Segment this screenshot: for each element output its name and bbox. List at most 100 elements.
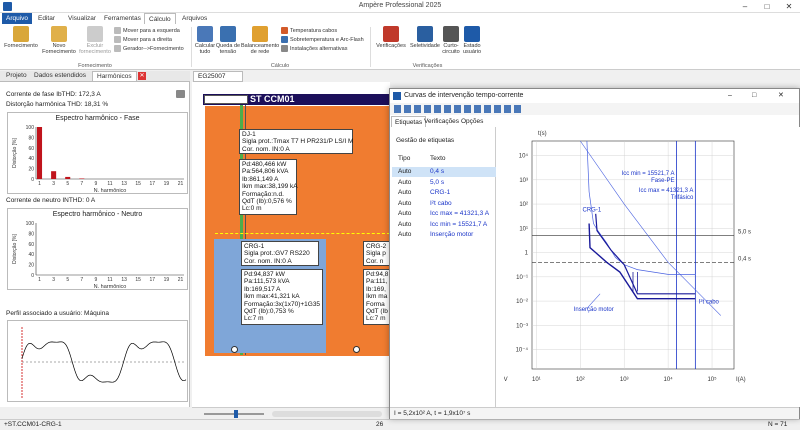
scrollbar[interactable] [272, 411, 382, 417]
crg2-ikm: Ikm ma [366, 293, 388, 301]
bus-icons [204, 95, 248, 104]
tab-calculo[interactable]: Cálculo [144, 13, 176, 24]
title-bar: Ampère Professional 2025 – □ ✕ [0, 0, 800, 13]
instalacoes-alternativas-button[interactable]: Instalações alternativas [281, 45, 364, 54]
crg2-info[interactable]: CRG-2 Sigla p Cor. n [363, 241, 390, 266]
close-icon[interactable]: ✕ [778, 89, 784, 103]
i2t-label: I²t cabo [699, 300, 720, 306]
close-icon[interactable]: ✕ [778, 0, 800, 13]
row-texto: CRG-1 [430, 189, 451, 196]
seletividade-button[interactable]: Seletividade [408, 26, 442, 49]
toolbar-icons[interactable] [394, 105, 524, 113]
dj1-pd: Pd:480,466 kW [242, 161, 287, 168]
list-item[interactable]: Auto 0,4 s [392, 167, 496, 177]
feeder-line [215, 233, 390, 234]
dialog-icon [393, 92, 401, 100]
tab-projeto[interactable]: Projeto [2, 71, 31, 81]
crg1-info[interactable]: CRG-1 Sigla prot.:GV7 RS220 Cor. nom. IN… [241, 241, 319, 266]
tcc-graph[interactable]: 10⁴ 10³ 10² 10¹ 1 10⁻¹ 10⁻² 10⁻³ 10⁻⁴ 10¹ 10² 10³ 10… [492, 127, 800, 407]
y-tick-label: 10¹ [519, 226, 528, 232]
list-item[interactable]: Auto I²t cabo [392, 199, 496, 209]
row-texto: Icc max = 41321,3 A [430, 210, 490, 217]
row-tipo: Auto [398, 199, 412, 207]
estado-usuario-button[interactable]: Estado usuário [460, 26, 484, 55]
bar [51, 171, 57, 179]
dj1-ib: Ib:861,149 A [242, 175, 279, 183]
mover-esquerda-button[interactable]: Mover para a esquerda [114, 27, 184, 36]
list-item[interactable]: Auto CRG-1 [392, 188, 496, 198]
maximize-icon[interactable]: □ [752, 89, 756, 103]
list-item[interactable]: Auto Icc min = 15521,7 A [392, 220, 496, 230]
calcular-tudo-button[interactable]: Calcular tudo [193, 26, 217, 55]
list-item[interactable]: Auto 5,0 s [392, 178, 496, 188]
bar [37, 127, 43, 179]
divider [191, 27, 192, 67]
user-state-icon [464, 26, 480, 42]
crg2-results[interactable]: Pd:94,8 Pa:111, Ib:169, Ikm ma Forma QdT… [363, 269, 390, 325]
list-item[interactable]: Auto Icc max = 41321,3 A [392, 209, 496, 219]
new-supply-icon [51, 26, 67, 42]
x-tick-label: 7 [80, 181, 83, 187]
verificacoes-button[interactable]: Verificações [374, 26, 408, 49]
tab-ferramentas[interactable]: Ferramentas [100, 13, 145, 24]
tab-editar[interactable]: Editar [34, 13, 59, 24]
crg2-lc: Lc:7 m [366, 315, 386, 323]
tab-arquivos[interactable]: Arquivos [178, 13, 211, 24]
thd-value: Distorção harmônica THD: 18,31 % [6, 101, 109, 108]
crg2-cor: Cor. n [366, 257, 384, 265]
balanceamento-button[interactable]: Balanceamento de rede [241, 26, 279, 55]
ribbon: Fornecimento Novo Fornecimento Excluir f… [0, 24, 800, 70]
tab-harmonicos[interactable]: Harmônicos [92, 71, 137, 81]
dj1-info[interactable]: DJ-1 Sigla prot.:Tmax T7 H PR231/P LS/I … [239, 129, 353, 154]
fase-pe-label: Fase-PE [651, 178, 674, 184]
dj1-results[interactable]: Pd:480,466 kW Pa:564,806 kVA Ib:861,149 … [239, 159, 298, 215]
print-icon[interactable] [176, 90, 185, 98]
crg1-ib: Ib:169,517 A [244, 285, 281, 293]
maximize-icon[interactable]: □ [756, 0, 778, 13]
x-tick-label: 21 [178, 277, 184, 283]
crg2-formacao: Forma [366, 300, 385, 308]
corrente-fase: Corrente de fase IbTHD: 172,3 A [6, 91, 101, 98]
labels-panel: Gestão de etiquetas Tipo Texto Auto 0,4 s… [390, 127, 496, 407]
y-tick-label: 100 [26, 125, 35, 131]
minimize-icon[interactable]: – [728, 89, 732, 103]
bus-header[interactable]: ST CCM01 [203, 94, 390, 105]
close-tab-icon[interactable]: ✕ [138, 72, 146, 80]
x-tick-label: 15 [135, 181, 141, 187]
crg1-name: CRG-1 [244, 243, 265, 250]
calc-small-group: Temperatura cabos Sobretemperatura e Arc… [281, 27, 364, 54]
queda-tensao-button[interactable]: Queda de tensão [215, 26, 241, 55]
document-tab[interactable]: EG25007 [193, 71, 243, 82]
gerador-fornecimento-button[interactable]: Gerador-->Fornecimento [114, 45, 184, 54]
dj1-ikm: Ikm max:38,199 kA [242, 183, 298, 191]
row-tipo: Auto [398, 189, 412, 196]
fornecimento-button[interactable]: Fornecimento [4, 26, 38, 49]
excluir-fornecimento-button[interactable]: Excluir fornecimento [78, 26, 112, 55]
row-tipo: Auto [398, 178, 412, 186]
generator-icon [114, 45, 121, 53]
list-item[interactable]: Auto Inserção motor [392, 230, 496, 240]
minimize-icon[interactable]: – [734, 0, 756, 13]
temperatura-cabos-button[interactable]: Temperatura cabos [281, 27, 364, 36]
cable-temp-icon [281, 27, 288, 35]
y-tick-label: 40 [28, 156, 34, 162]
crg1-results[interactable]: Pd:94,837 kW Pa:111,573 kVA Ib:169,517 A… [241, 269, 323, 325]
row-texto: 5,0 s [430, 178, 445, 186]
icc-min-label: Icc min = 15521,7 A [622, 171, 675, 177]
crg2-pa: Pa:111, [366, 278, 388, 286]
tab-dados-estendidos[interactable]: Dados estendidos [30, 71, 90, 81]
x-tick-label: 11 [107, 277, 112, 283]
delete-supply-icon [87, 26, 103, 42]
tab-visualizar[interactable]: Visualizar [64, 13, 100, 24]
tab-arquivo[interactable]: Arquivo [2, 13, 33, 24]
zoom-handle[interactable] [234, 410, 238, 418]
tab-verificacoes[interactable]: Verificações [421, 116, 462, 127]
y-tick-label: 60 [28, 242, 34, 248]
mover-direita-button[interactable]: Mover para a direita [114, 36, 184, 45]
dj1-cor: Cor. nom. IN:0 A [242, 145, 290, 153]
col-texto: Texto [430, 155, 446, 162]
novo-fornecimento-button[interactable]: Novo Fornecimento [42, 26, 76, 55]
sobretemperatura-button[interactable]: Sobretemperatura e Arc-Flash [281, 36, 364, 45]
row-texto: I²t cabo [430, 199, 452, 207]
tab-opcoes[interactable]: Opções [458, 116, 486, 127]
